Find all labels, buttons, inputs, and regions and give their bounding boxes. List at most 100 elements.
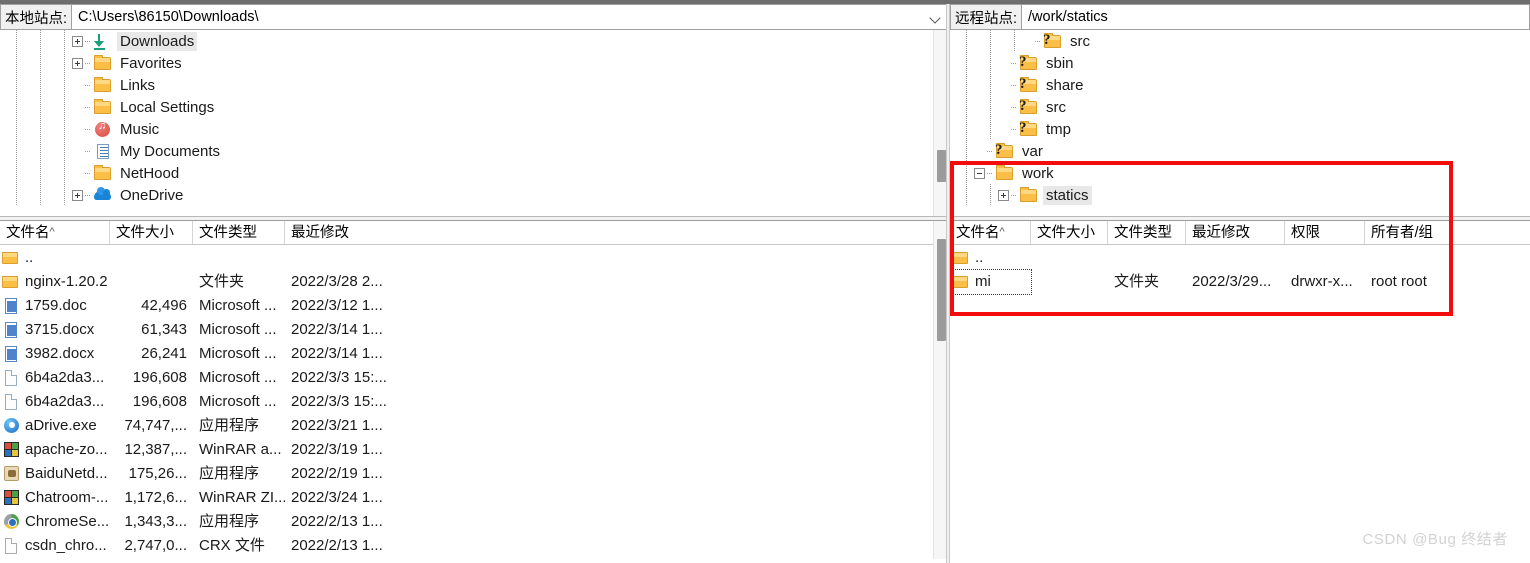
file-name-cell[interactable]: nginx-1.20.2: [0, 270, 110, 294]
tree-item[interactable]: statics: [950, 184, 1530, 206]
file-name-cell[interactable]: apache-zo...: [0, 438, 110, 462]
column-header[interactable]: 最近修改: [285, 221, 406, 244]
tree-connector: [1011, 128, 1017, 130]
file-name-label: 3982.docx: [25, 345, 95, 362]
file-name-cell[interactable]: 6b4a2da3...: [0, 366, 110, 390]
tree-connector: [1011, 62, 1017, 64]
file-name-cell[interactable]: 3715.docx: [0, 318, 110, 342]
column-header[interactable]: 文件名 ^: [950, 221, 1031, 244]
winrar-icon: [4, 490, 19, 505]
cell-size: 12,387,...: [124, 441, 187, 458]
tree-item[interactable]: work: [950, 162, 1530, 184]
cell-modified: 2022/3/19 1...: [291, 441, 383, 458]
file-name-cell[interactable]: 6b4a2da3...: [0, 390, 110, 414]
tree-item[interactable]: ? sbin: [950, 52, 1530, 74]
file-name-cell[interactable]: mi: [950, 269, 1032, 295]
tree-item[interactable]: ? var: [950, 140, 1530, 162]
tree-item[interactable]: OneDrive: [0, 184, 948, 206]
column-header-label: 最近修改: [291, 225, 349, 241]
column-header[interactable]: 所有者/组: [1365, 221, 1450, 244]
local-file-list[interactable]: 文件名 ^ 文件大小 文件类型 最近修改 .. nginx-1.20.2 文件夹 2022/3…: [0, 221, 948, 559]
file-name-label: 6b4a2da3...: [25, 393, 105, 410]
scrollbar-thumb[interactable]: [937, 239, 946, 341]
column-header[interactable]: 最近修改: [1186, 221, 1285, 244]
file-name-label: apache-zo...: [25, 441, 108, 458]
tree-item-label: Local Settings: [120, 98, 215, 116]
table-row[interactable]: 1759.doc 42,496 Microsoft ... 2022/3/12 1..…: [0, 294, 948, 318]
column-header-label: 文件类型: [1114, 225, 1172, 241]
file-name-cell[interactable]: csdn_chro...: [0, 534, 110, 558]
tree-expander[interactable]: [998, 189, 1009, 201]
tree-collapser[interactable]: [974, 167, 985, 179]
scrollbar-thumb[interactable]: [937, 150, 946, 182]
table-row[interactable]: mi 文件夹 2022/3/29... drwxr-x... root root: [950, 269, 1530, 295]
table-row[interactable]: 3715.docx 61,343 Microsoft ... 2022/3/14 1.…: [0, 318, 948, 342]
file-name-cell[interactable]: aDrive.exe: [0, 414, 110, 438]
cell-size: 175,26...: [128, 465, 187, 482]
remote-file-rows[interactable]: .. mi 文件夹 2022/3/29... drwxr-x... root root: [950, 246, 1530, 559]
tree-item-icon: [93, 120, 113, 138]
tree-expander-spacer: [72, 168, 83, 179]
file-name-cell[interactable]: 1759.doc: [0, 294, 110, 318]
tree-item[interactable]: ? src: [950, 30, 1530, 52]
tree-expander-spacer: [72, 146, 83, 157]
local-directory-tree[interactable]: Downloads Favorites Links Local Settings Mus…: [0, 30, 948, 216]
table-row[interactable]: 6b4a2da3... 196,608 Microsoft ... 2022/3/3 …: [0, 366, 948, 390]
remote-file-list[interactable]: 文件名 ^ 文件大小 文件类型 最近修改 权限 所有者/组 .. mi 文件夹 2022/3/29…: [950, 221, 1530, 559]
remote-file-list-header[interactable]: 文件名 ^ 文件大小 文件类型 最近修改 权限 所有者/组: [950, 221, 1530, 245]
tree-expander[interactable]: [72, 189, 83, 201]
column-header[interactable]: 文件大小: [1031, 221, 1108, 244]
tree-item[interactable]: My Documents: [0, 140, 948, 162]
tree-item[interactable]: Downloads: [0, 30, 948, 52]
column-header[interactable]: 文件类型: [193, 221, 285, 244]
tree-item[interactable]: NetHood: [0, 162, 948, 184]
table-row[interactable]: ..: [0, 246, 948, 270]
column-header[interactable]: 文件大小: [110, 221, 193, 244]
file-name-cell[interactable]: 3982.docx: [0, 342, 110, 366]
tree-connector: [85, 106, 91, 108]
table-row[interactable]: ..: [950, 246, 1530, 270]
file-icon: [2, 466, 20, 482]
local-file-rows[interactable]: .. nginx-1.20.2 文件夹 2022/3/28 2... 1759.doc 4…: [0, 246, 948, 559]
column-header[interactable]: 文件类型: [1108, 221, 1186, 244]
table-row[interactable]: csdn_chro... 2,747,0... CRX 文件 2022/2/13 1.…: [0, 534, 948, 558]
tree-item[interactable]: Music: [0, 118, 948, 140]
cell-size: 61,343: [141, 321, 187, 338]
tree-expander[interactable]: [72, 35, 83, 47]
folder-icon: [2, 252, 18, 264]
tree-expander[interactable]: [72, 57, 83, 69]
table-row[interactable]: aDrive.exe 74,747,... 应用程序 2022/3/21 1...: [0, 414, 948, 438]
table-row[interactable]: 6b4a2da3... 196,608 Microsoft ... 2022/3/3 …: [0, 390, 948, 414]
local-file-list-header[interactable]: 文件名 ^ 文件大小 文件类型 最近修改: [0, 221, 948, 245]
table-row[interactable]: BaiduNetd... 175,26... 应用程序 2022/2/19 1...: [0, 462, 948, 486]
file-name-cell[interactable]: ChromeSe...: [0, 510, 110, 534]
remote-tree-rows[interactable]: ? src? sbin? share? src? tmp? var work statics: [950, 30, 1530, 216]
table-row[interactable]: 3982.docx 26,241 Microsoft ... 2022/3/14 1.…: [0, 342, 948, 366]
file-name-cell[interactable]: ..: [0, 246, 110, 270]
tree-item[interactable]: ? src: [950, 96, 1530, 118]
table-row[interactable]: nginx-1.20.2 文件夹 2022/3/28 2...: [0, 270, 948, 294]
baidu-icon: [4, 466, 19, 481]
local-path-dropdown-button[interactable]: [923, 5, 947, 29]
local-path-input[interactable]: C:\Users\86150\Downloads\: [71, 4, 948, 30]
tree-item[interactable]: Favorites: [0, 52, 948, 74]
local-tree-rows[interactable]: Downloads Favorites Links Local Settings Mus…: [0, 30, 948, 216]
column-header[interactable]: 权限: [1285, 221, 1365, 244]
column-header[interactable]: 文件名 ^: [0, 221, 110, 244]
tree-expander-spacer: [974, 146, 985, 157]
file-name-cell[interactable]: BaiduNetd...: [0, 462, 110, 486]
tree-item[interactable]: Local Settings: [0, 96, 948, 118]
tree-item[interactable]: ? share: [950, 74, 1530, 96]
file-name-cell[interactable]: ..: [950, 246, 1031, 270]
remote-directory-tree[interactable]: ? src? sbin? share? src? tmp? var work statics: [950, 30, 1530, 216]
table-row[interactable]: ChromeSe... 1,343,3... 应用程序 2022/2/13 1...: [0, 510, 948, 534]
table-row[interactable]: Chatroom-... 1,172,6... WinRAR ZI... 2022/3…: [0, 486, 948, 510]
tree-item-icon: [93, 186, 113, 204]
table-row[interactable]: apache-zo... 12,387,... WinRAR a... 2022/3/…: [0, 438, 948, 462]
file-name-label: BaiduNetd...: [25, 465, 108, 482]
remote-path-input[interactable]: /work/statics: [1021, 4, 1530, 30]
file-name-cell[interactable]: Chatroom-...: [0, 486, 110, 510]
tree-connector: [85, 128, 91, 130]
tree-item[interactable]: Links: [0, 74, 948, 96]
tree-item[interactable]: ? tmp: [950, 118, 1530, 140]
